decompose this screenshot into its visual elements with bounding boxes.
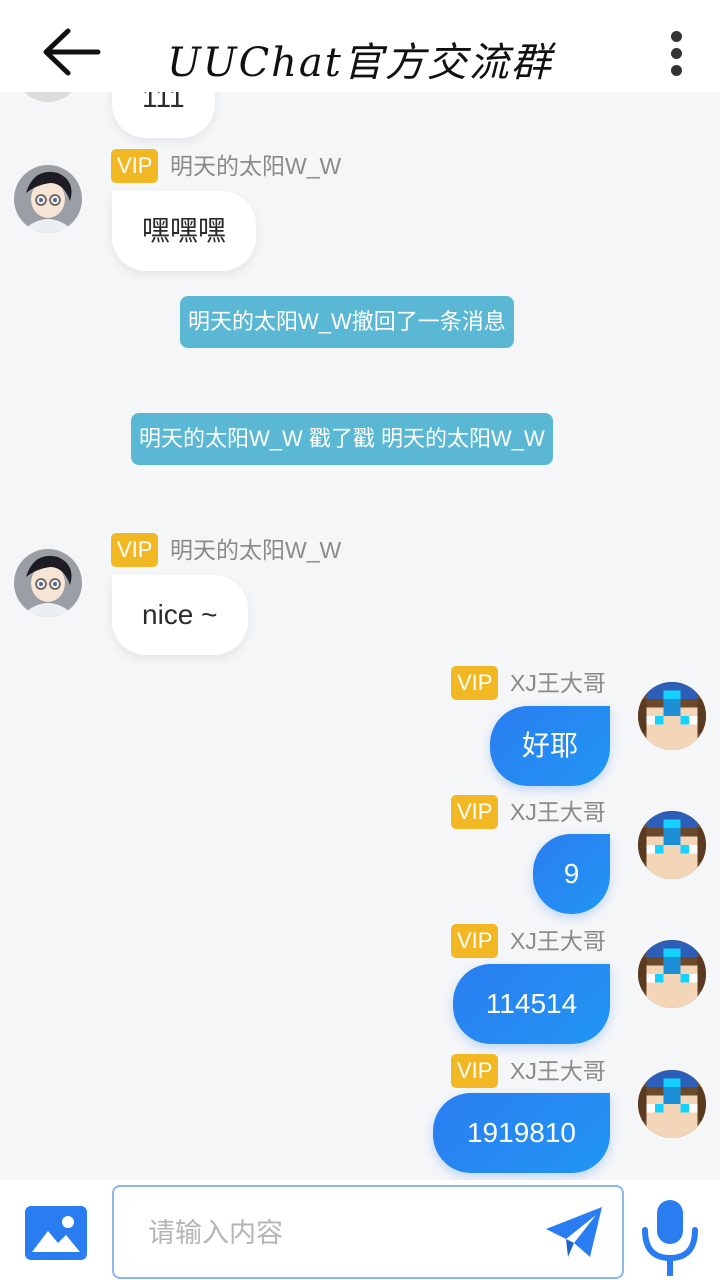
avatar[interactable] xyxy=(14,92,82,102)
message-bubble[interactable]: nice ~ xyxy=(112,575,248,655)
voice-button[interactable] xyxy=(640,1198,700,1278)
avatar[interactable] xyxy=(14,165,82,233)
back-button[interactable] xyxy=(40,26,104,82)
microphone-icon xyxy=(642,1200,698,1276)
vip-badge: VIP xyxy=(451,924,499,958)
sender-name: 明天的太阳W_W xyxy=(170,537,342,563)
avatar[interactable] xyxy=(638,940,706,1008)
group-title: UUChat官方交流群 xyxy=(167,40,553,86)
message-bubble[interactable]: 9 xyxy=(533,834,610,914)
message-bubble[interactable]: 好耶 xyxy=(490,706,610,786)
vip-badge: VIP xyxy=(111,533,159,567)
message-input[interactable] xyxy=(148,1211,528,1255)
poke-notice: 明天的太阳W_W 戳了戳 明天的太阳W_W xyxy=(131,413,553,465)
sender-name: XJ王大哥 xyxy=(510,1058,606,1084)
more-vertical-icon xyxy=(670,31,682,42)
arrow-left-icon xyxy=(43,28,101,76)
avatar[interactable] xyxy=(638,1070,706,1138)
more-options-button[interactable] xyxy=(658,28,694,78)
sender-name: XJ王大哥 xyxy=(510,928,606,954)
vip-badge: VIP xyxy=(451,1054,499,1088)
sender-name: XJ王大哥 xyxy=(510,670,606,696)
recall-notice: 明天的太阳W_W撤回了一条消息 xyxy=(180,296,514,348)
vip-badge: VIP xyxy=(451,795,499,829)
sender-name: XJ王大哥 xyxy=(510,799,606,825)
message-input-container[interactable] xyxy=(112,1185,624,1279)
vip-badge: VIP xyxy=(111,149,159,183)
send-button[interactable] xyxy=(544,1203,606,1263)
message-bubble[interactable]: 114514 xyxy=(453,964,610,1044)
avatar[interactable] xyxy=(14,549,82,617)
message-bubble[interactable]: 111 xyxy=(112,92,215,138)
input-bar xyxy=(0,1180,720,1280)
image-button[interactable] xyxy=(24,1205,88,1261)
message-bubble[interactable]: 1919810 xyxy=(433,1093,610,1173)
avatar[interactable] xyxy=(638,811,706,879)
vip-badge: VIP xyxy=(451,666,499,700)
send-icon xyxy=(546,1207,602,1257)
sender-name: 明天的太阳W_W xyxy=(170,153,342,179)
message-bubble[interactable]: 嘿嘿嘿 xyxy=(112,191,257,271)
chat-header: UUChat官方交流群 xyxy=(0,0,720,92)
avatar[interactable] xyxy=(638,682,706,750)
image-icon xyxy=(25,1206,87,1260)
message-list[interactable]: 111 VIP 明天的太阳W_W 嘿嘿嘿 明天的太阳W_W撤回了一条消息 明天的… xyxy=(0,92,720,1180)
